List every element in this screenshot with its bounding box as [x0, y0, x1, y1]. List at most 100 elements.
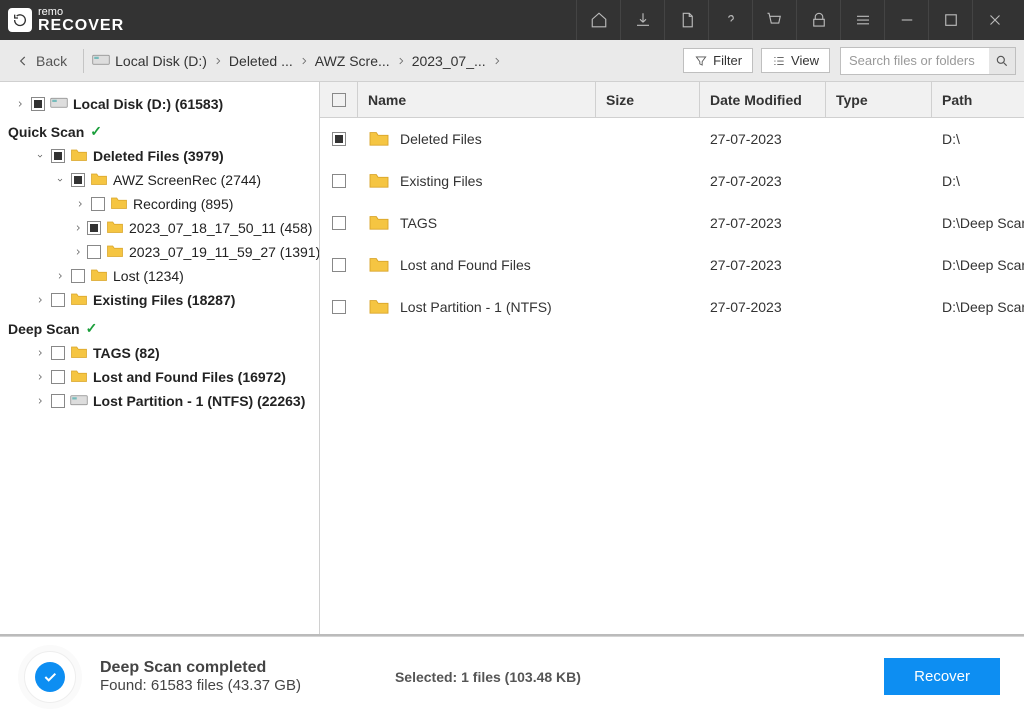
column-name[interactable]: Name: [358, 82, 596, 117]
home-icon[interactable]: [576, 0, 620, 40]
folder-icon: [110, 195, 128, 213]
column-size[interactable]: Size: [596, 82, 700, 117]
file-name: Existing Files: [400, 173, 482, 189]
checkbox[interactable]: [51, 394, 65, 408]
folder-icon: [70, 291, 88, 309]
chevron-icon: [74, 200, 86, 208]
footer: Deep Scan completed Found: 61583 files (…: [0, 636, 1024, 716]
tree-label: 2023_07_19_11_59_27 (1391): [129, 244, 320, 260]
quick-scan-label: Quick Scan✓: [8, 123, 311, 140]
file-row[interactable]: Lost Partition - 1 (NTFS) 27-07-2023 D:\…: [320, 286, 1024, 328]
selected-info: Selected: 1 files (103.48 KB): [325, 669, 860, 685]
tree-item[interactable]: Deleted Files (3979): [8, 144, 311, 168]
row-checkbox[interactable]: [332, 300, 346, 314]
file-row[interactable]: Existing Files 27-07-2023 D:\: [320, 160, 1024, 202]
brand-name-big: RECOVER: [38, 18, 124, 34]
tree-root[interactable]: Local Disk (D:) (61583): [8, 92, 311, 115]
file-path: D:\Deep Scan: [932, 299, 1024, 315]
search-box: [840, 47, 1016, 75]
brand-logo: remo RECOVER: [8, 7, 124, 34]
tree-label: Deleted Files (3979): [93, 148, 224, 164]
recover-button[interactable]: Recover: [884, 658, 1000, 695]
file-date: 27-07-2023: [700, 215, 826, 231]
row-checkbox[interactable]: [332, 258, 346, 272]
file-path: D:\: [932, 173, 1024, 189]
checkbox[interactable]: [51, 346, 65, 360]
tree-label: AWZ ScreenRec (2744): [113, 172, 261, 188]
document-icon[interactable]: [664, 0, 708, 40]
checkbox[interactable]: [51, 293, 65, 307]
breadcrumb-item-disk[interactable]: Local Disk (D:): [92, 52, 207, 69]
checkbox[interactable]: [71, 173, 85, 187]
titlebar: remo RECOVER: [0, 0, 1024, 40]
checkbox[interactable]: [51, 149, 65, 163]
file-date: 27-07-2023: [700, 257, 826, 273]
deep-scan-label: Deep Scan✓: [8, 320, 311, 337]
menu-icon[interactable]: [840, 0, 884, 40]
checkbox[interactable]: [31, 97, 45, 111]
row-checkbox[interactable]: [332, 216, 346, 230]
filter-button[interactable]: Filter: [683, 48, 753, 73]
folder-icon: [368, 255, 390, 276]
tree-item[interactable]: Existing Files (18287): [8, 288, 311, 312]
column-type[interactable]: Type: [826, 82, 932, 117]
chevron-right-icon: [213, 56, 223, 66]
back-button[interactable]: Back: [8, 49, 75, 73]
column-headers: Name Size Date Modified Type Path: [320, 82, 1024, 118]
help-icon[interactable]: [708, 0, 752, 40]
tree-item[interactable]: Lost and Found Files (16972): [8, 365, 311, 389]
select-all-checkbox[interactable]: [332, 93, 346, 107]
checkbox[interactable]: [71, 269, 85, 283]
checkbox[interactable]: [51, 370, 65, 384]
breadcrumb-item[interactable]: 2023_07_...: [412, 53, 486, 69]
file-name: Deleted Files: [400, 131, 482, 147]
download-icon[interactable]: [620, 0, 664, 40]
tree-label: Recording (895): [133, 196, 233, 212]
tree-label: Lost (1234): [113, 268, 184, 284]
brand-icon: [8, 8, 32, 32]
lock-icon[interactable]: [796, 0, 840, 40]
tree-item[interactable]: 2023_07_19_11_59_27 (1391): [8, 240, 311, 264]
tree-item[interactable]: AWZ ScreenRec (2744): [8, 168, 311, 192]
checkbox[interactable]: [87, 221, 101, 235]
file-name: Lost and Found Files: [400, 257, 531, 273]
checkbox[interactable]: [87, 245, 101, 259]
file-date: 27-07-2023: [700, 173, 826, 189]
row-checkbox[interactable]: [332, 174, 346, 188]
view-button[interactable]: View: [761, 48, 830, 73]
breadcrumb-item[interactable]: Deleted ...: [229, 53, 293, 69]
chevron-icon: [34, 152, 46, 160]
tree-item[interactable]: 2023_07_18_17_50_11 (458): [8, 216, 311, 240]
folder-icon: [70, 368, 88, 386]
file-row[interactable]: Deleted Files 27-07-2023 D:\: [320, 118, 1024, 160]
row-checkbox[interactable]: [332, 132, 346, 146]
tree-item[interactable]: Lost (1234): [8, 264, 311, 288]
file-row[interactable]: Lost and Found Files 27-07-2023 D:\Deep …: [320, 244, 1024, 286]
chevron-icon: [34, 349, 46, 357]
column-date[interactable]: Date Modified: [700, 82, 826, 117]
chevron-icon: [54, 272, 66, 280]
column-path[interactable]: Path: [932, 82, 1024, 117]
tree-label: Local Disk (D:) (61583): [73, 96, 223, 112]
status-indicator: [24, 651, 76, 703]
maximize-icon[interactable]: [928, 0, 972, 40]
file-name: Lost Partition - 1 (NTFS): [400, 299, 552, 315]
search-button[interactable]: [989, 48, 1015, 74]
checkbox[interactable]: [91, 197, 105, 211]
cart-icon[interactable]: [752, 0, 796, 40]
breadcrumb-item[interactable]: AWZ Scre...: [315, 53, 390, 69]
minimize-icon[interactable]: [884, 0, 928, 40]
status-title: Deep Scan completed: [100, 659, 301, 677]
breadcrumb: Local Disk (D:) Deleted ... AWZ Scre... …: [92, 52, 502, 69]
folder-icon: [368, 129, 390, 150]
chevron-right-icon: [492, 56, 502, 66]
chevron-icon: [54, 176, 66, 184]
brand-name-small: remo: [38, 7, 124, 18]
file-row[interactable]: TAGS 27-07-2023 D:\Deep Scan: [320, 202, 1024, 244]
close-icon[interactable]: [972, 0, 1016, 40]
back-label: Back: [36, 53, 67, 69]
tree-item[interactable]: Recording (895): [8, 192, 311, 216]
tree-item[interactable]: Lost Partition - 1 (NTFS) (22263): [8, 389, 311, 413]
file-path: D:\Deep Scan: [932, 257, 1024, 273]
tree-item[interactable]: TAGS (82): [8, 341, 311, 365]
